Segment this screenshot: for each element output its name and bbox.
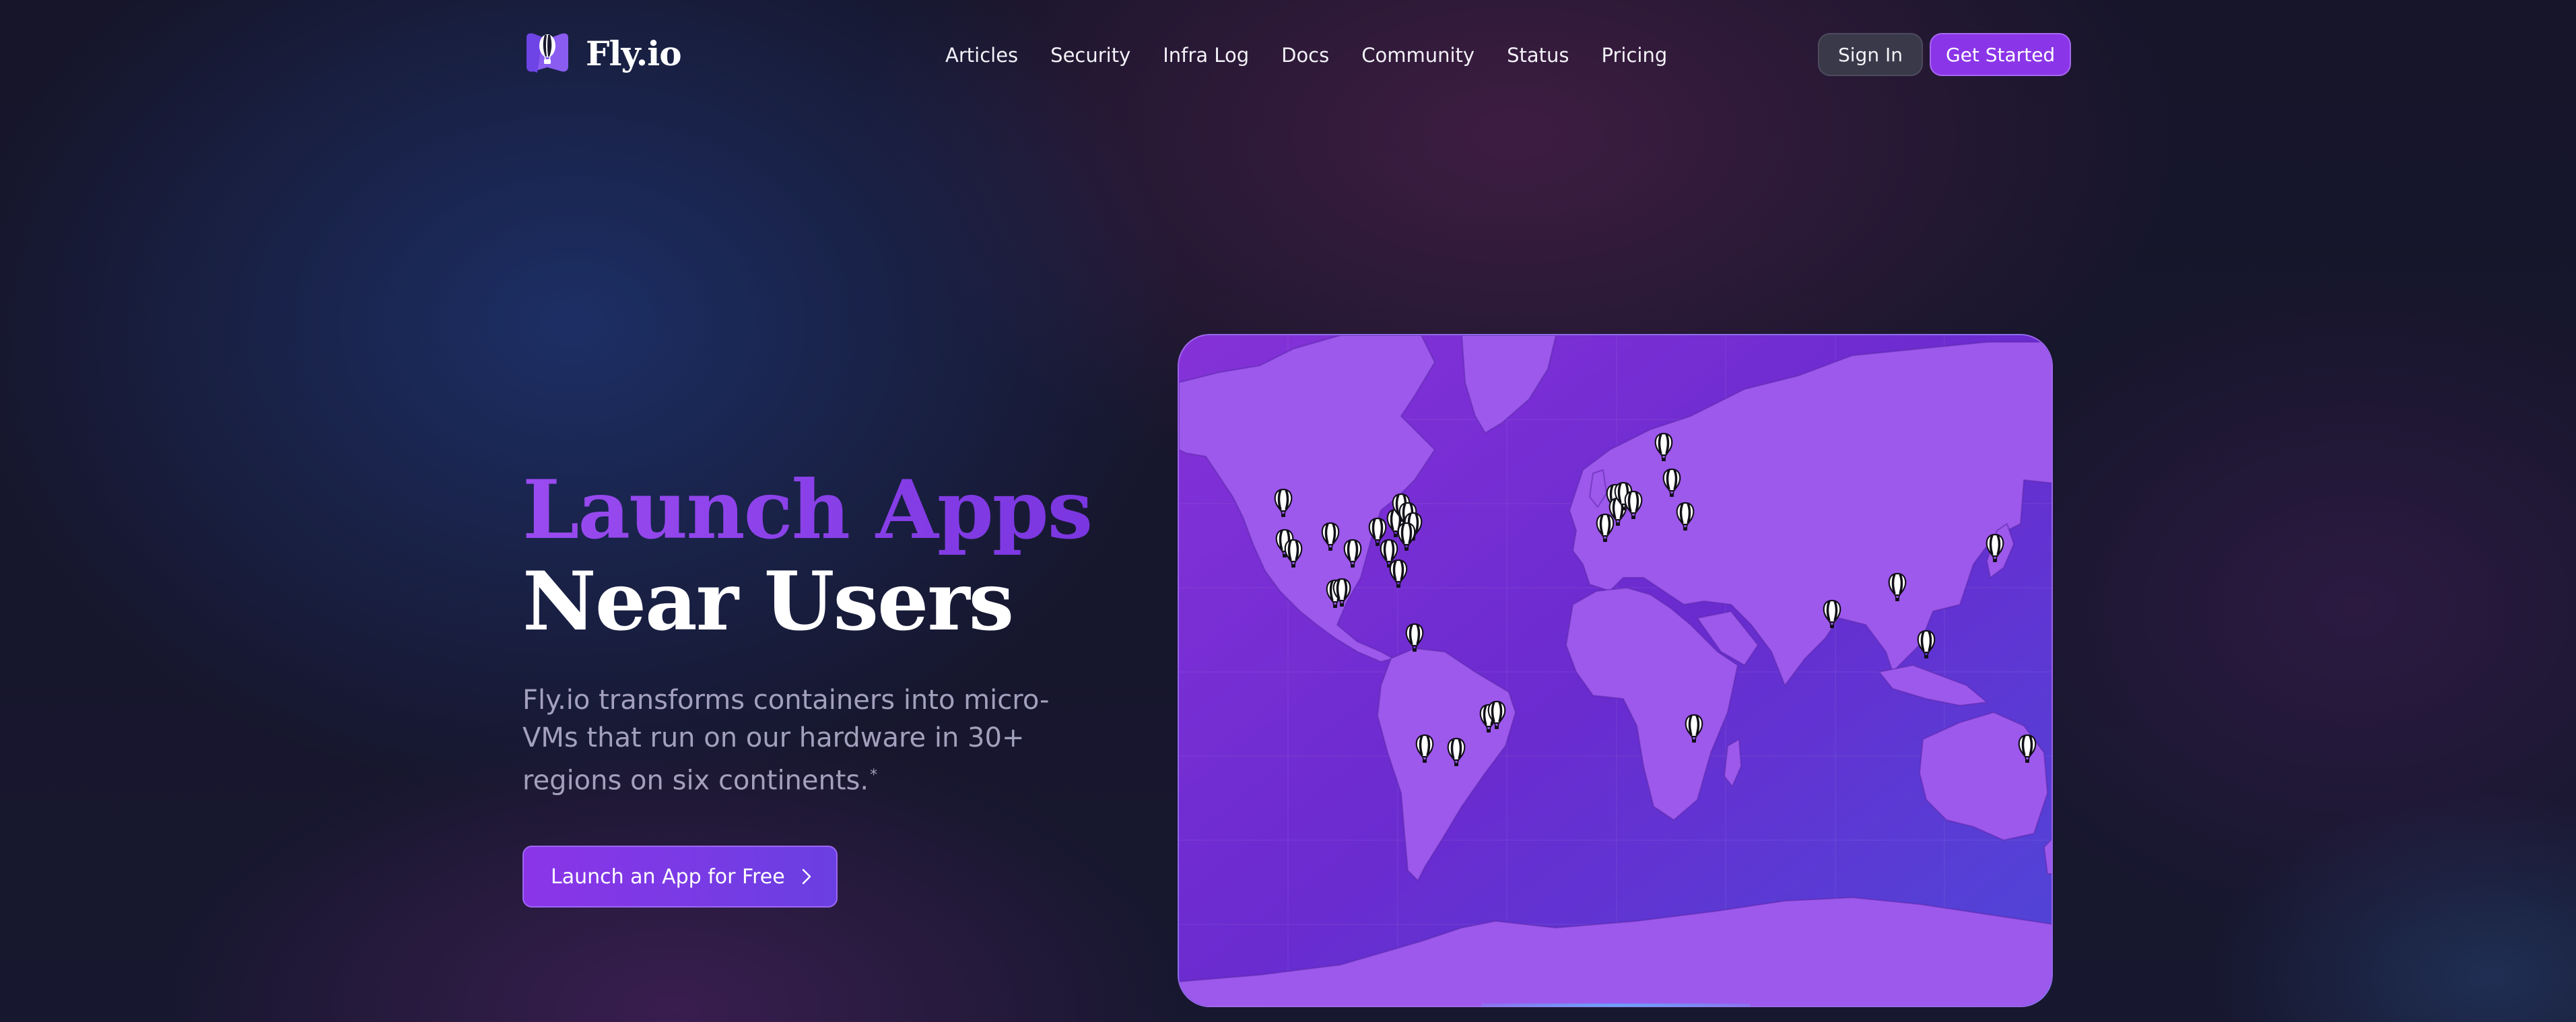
world-map xyxy=(1179,335,2052,1006)
launch-app-button-label: Launch an App for Free xyxy=(551,864,785,889)
nav-link-security[interactable]: Security xyxy=(1050,40,1130,70)
world-map-card xyxy=(1178,334,2053,1007)
hero-title: Launch Apps Near Users xyxy=(522,463,1093,649)
main-nav: Articles Security Infra Log Docs Communi… xyxy=(945,40,1667,70)
footnote-marker[interactable]: * xyxy=(870,767,877,784)
logo-link[interactable]: Fly.io xyxy=(522,31,682,75)
nav-link-articles[interactable]: Articles xyxy=(945,40,1018,70)
sign-in-button[interactable]: Sign In xyxy=(1818,33,1923,76)
top-navigation: Fly.io Articles Security Infra Log Docs … xyxy=(0,0,2576,110)
map-bottom-glow xyxy=(1481,1003,1751,1007)
nav-link-infra-log[interactable]: Infra Log xyxy=(1163,40,1249,70)
nav-link-pricing[interactable]: Pricing xyxy=(1602,40,1668,70)
nav-actions: Sign In Get Started xyxy=(1818,33,2072,76)
page: Fly.io Articles Security Infra Log Docs … xyxy=(0,0,2576,1022)
logo-text: Fly.io xyxy=(586,33,682,73)
launch-app-button[interactable]: Launch an App for Free xyxy=(522,846,838,908)
nav-link-docs[interactable]: Docs xyxy=(1281,40,1329,70)
chevron-right-icon xyxy=(802,868,811,885)
hero-description: Fly.io transforms containers into micro-… xyxy=(522,681,1101,799)
nav-link-status[interactable]: Status xyxy=(1507,40,1569,70)
fly-balloon-logo-icon xyxy=(527,33,568,73)
get-started-button[interactable]: Get Started xyxy=(1929,33,2072,76)
hero-description-text: Fly.io transforms containers into micro-… xyxy=(522,685,1050,796)
hero-title-line-1: Launch Apps xyxy=(522,463,1093,557)
hero-title-line-2: Near Users xyxy=(522,554,1014,649)
nav-link-community[interactable]: Community xyxy=(1361,40,1475,70)
